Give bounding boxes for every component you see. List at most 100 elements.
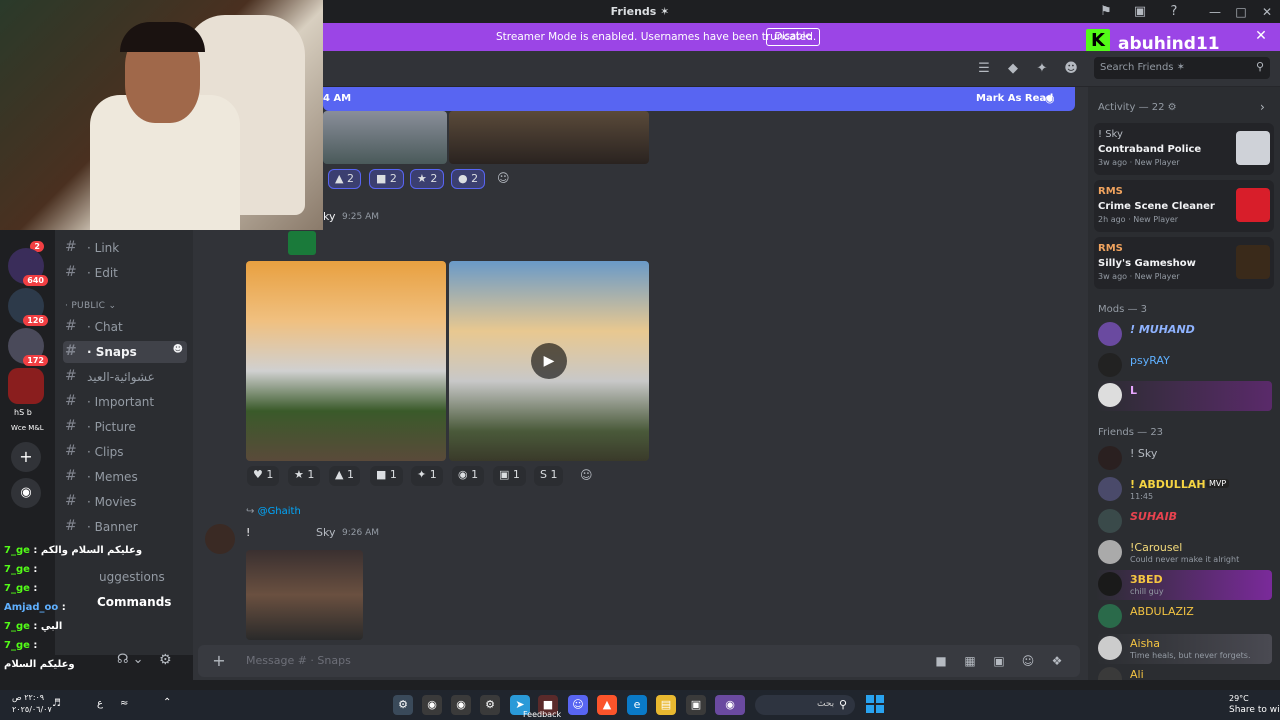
- emoji-icon[interactable]: ☺: [1019, 652, 1037, 670]
- channel-movies[interactable]: # · Movies: [63, 491, 187, 513]
- channel-memes[interactable]: # · Memes: [63, 466, 187, 488]
- weather-temp[interactable]: 29°C: [1229, 694, 1249, 703]
- reaction[interactable]: ▲ 1: [329, 466, 360, 486]
- play-icon[interactable]: ▶: [531, 343, 567, 379]
- new-messages-bar[interactable]: 4 AM Mark As Read ◉: [323, 87, 1075, 111]
- wifi-icon[interactable]: ≈: [120, 698, 128, 709]
- reaction[interactable]: ▣ 1: [493, 466, 526, 486]
- close-window-button[interactable]: ✕: [1254, 2, 1280, 22]
- bell-icon[interactable]: ◆: [1004, 60, 1022, 78]
- server-icon[interactable]: [8, 368, 44, 404]
- edge-icon[interactable]: e: [627, 695, 647, 715]
- member-row[interactable]: L: [1096, 381, 1272, 411]
- sticker-icon[interactable]: ▣: [990, 652, 1008, 670]
- app-icon[interactable]: ▣: [686, 695, 706, 715]
- add-server-icon[interactable]: +: [11, 442, 41, 472]
- message-author[interactable]: Sky: [316, 526, 335, 539]
- reaction[interactable]: ● 2: [451, 169, 486, 189]
- server-icon[interactable]: 172: [8, 328, 48, 366]
- member-row[interactable]: Aisha Time heals, but never forgets.: [1096, 634, 1272, 664]
- date[interactable]: ٢٠٢٥/٠٦/٠٧: [12, 705, 52, 714]
- mark-as-read-button[interactable]: Mark As Read: [976, 93, 1053, 104]
- reaction[interactable]: ■ 1: [370, 466, 403, 486]
- sunrise-photo[interactable]: [246, 261, 446, 461]
- channel-chat[interactable]: # · Chat: [63, 316, 187, 338]
- gift-icon[interactable]: ■: [932, 652, 950, 670]
- member-row[interactable]: SUHAIB: [1096, 507, 1272, 537]
- channel-picture[interactable]: # · Picture: [63, 416, 187, 438]
- reaction[interactable]: S 1: [534, 466, 564, 486]
- reaction[interactable]: ★ 2: [410, 169, 445, 189]
- reaction[interactable]: ♥ 1: [247, 466, 280, 486]
- attachment-image[interactable]: [449, 111, 649, 164]
- threads-icon[interactable]: ☰: [975, 60, 993, 78]
- maximize-button[interactable]: □: [1228, 2, 1254, 22]
- share-label[interactable]: Share to wi: [1229, 705, 1280, 715]
- monitor-icon[interactable]: ▣: [1131, 3, 1149, 21]
- reaction[interactable]: ★ 1: [288, 466, 321, 486]
- inbox-icon[interactable]: ⚑: [1097, 3, 1115, 21]
- channel-snaps[interactable]: # · Snaps ☻: [63, 341, 187, 363]
- reaction[interactable]: ▲ 2: [328, 169, 361, 189]
- member-row[interactable]: psyRAY: [1096, 351, 1272, 381]
- folder-icon[interactable]: ▤: [656, 695, 676, 715]
- app-icon[interactable]: ◉: [422, 695, 442, 715]
- reaction[interactable]: ✦ 1: [411, 466, 443, 486]
- plus-icon[interactable]: +: [210, 652, 228, 670]
- member-row[interactable]: !Carousel Could never make it alright: [1096, 538, 1272, 568]
- member-row[interactable]: Ali: [1096, 665, 1272, 680]
- channel-edit[interactable]: # · Edit: [63, 262, 187, 284]
- disable-streamer-mode-button[interactable]: Disable: [766, 28, 820, 46]
- feedback-label[interactable]: Feedback: [523, 710, 561, 719]
- tray-chevron-icon[interactable]: ⌃: [163, 697, 171, 708]
- chevron-right-icon[interactable]: ›: [1260, 100, 1265, 114]
- activity-card[interactable]: ! Sky Contraband Police 3w ago · New Pla…: [1094, 123, 1274, 175]
- app-icon[interactable]: ◉: [715, 695, 745, 715]
- close-banner-icon[interactable]: ✕: [1253, 28, 1269, 46]
- member-row[interactable]: ! Sky: [1096, 444, 1272, 474]
- invite-icon[interactable]: ☻: [173, 344, 183, 355]
- brave-icon[interactable]: ▲: [597, 695, 617, 715]
- reply-reference[interactable]: ↪ @Ghaith: [246, 506, 301, 517]
- pin-icon[interactable]: ✦: [1033, 60, 1051, 78]
- reply-mention[interactable]: @Ghaith: [258, 506, 301, 517]
- app-icon[interactable]: ⚙: [480, 695, 500, 715]
- member-row[interactable]: 3BED chill guy: [1096, 570, 1272, 600]
- channel-clips[interactable]: # · Clips: [63, 441, 187, 463]
- reaction[interactable]: ■ 2: [369, 169, 404, 189]
- selfie-image[interactable]: [246, 550, 363, 640]
- add-reaction-icon[interactable]: ☺: [580, 468, 593, 482]
- member-row[interactable]: ! MUHAND: [1096, 320, 1272, 350]
- minimize-button[interactable]: —: [1202, 2, 1228, 22]
- attachment-image[interactable]: [323, 111, 447, 164]
- message-composer[interactable]: + Message # · Snaps ■ ▦ ▣ ☺ ❖: [198, 645, 1080, 677]
- search-input[interactable]: Search Friends ✶ ⚲: [1094, 57, 1270, 79]
- language-indicator[interactable]: ع: [97, 698, 103, 709]
- avatar[interactable]: [205, 524, 235, 554]
- gif-icon[interactable]: ▦: [961, 652, 979, 670]
- server-icon[interactable]: 126: [8, 288, 48, 326]
- help-icon[interactable]: ?: [1165, 3, 1183, 21]
- channel-eid[interactable]: # عشوائية-العيد: [63, 366, 187, 388]
- reaction[interactable]: ◉ 1: [452, 466, 485, 486]
- app-icon[interactable]: ◉: [451, 695, 471, 715]
- clock[interactable]: ٢٢:٠٩ ص: [12, 693, 44, 702]
- activity-card[interactable]: RMS Crime Scene Cleaner 2h ago · New Pla…: [1094, 180, 1274, 232]
- category-public[interactable]: · PUBLIC ⌄: [65, 301, 116, 311]
- volume-icon[interactable]: ♬: [52, 698, 61, 709]
- server-icon[interactable]: 640: [8, 248, 48, 286]
- message-author[interactable]: ky: [323, 210, 336, 223]
- channel-banner[interactable]: # · Banner: [63, 516, 187, 538]
- taskbar-search[interactable]: بحث ⚲: [755, 695, 855, 715]
- add-reaction-icon[interactable]: ☺: [497, 171, 510, 185]
- channel-link[interactable]: # · Link: [63, 237, 187, 259]
- app-icon[interactable]: ⚙: [393, 695, 413, 715]
- activity-card[interactable]: RMS Silly's Gameshow 3w ago · New Player: [1094, 237, 1274, 289]
- member-row[interactable]: ! ABDULLAH MVP 11:45: [1096, 475, 1272, 505]
- member-row[interactable]: ABDULAZIZ: [1096, 602, 1272, 632]
- video-thumbnail[interactable]: ▶: [449, 261, 649, 461]
- members-icon[interactable]: ☻: [1062, 60, 1080, 78]
- discover-icon[interactable]: ◉: [11, 478, 41, 508]
- apps-icon[interactable]: ❖: [1048, 652, 1066, 670]
- discord-icon[interactable]: ☺: [568, 695, 588, 715]
